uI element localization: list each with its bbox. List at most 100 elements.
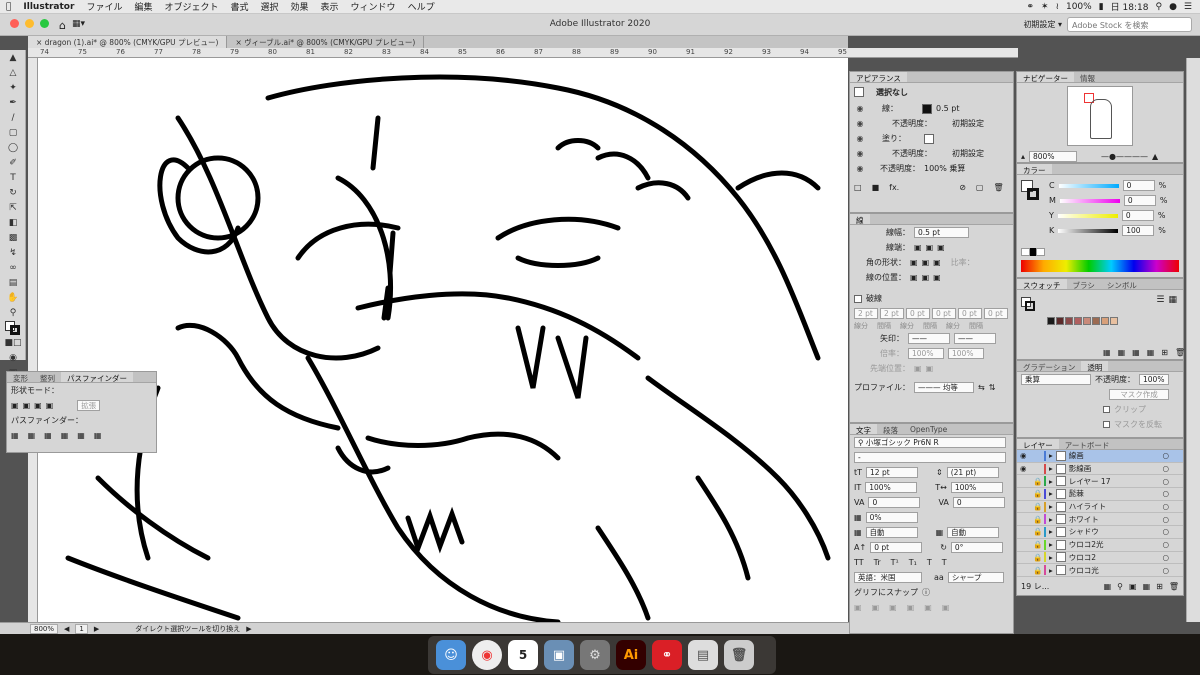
transparency-opacity-input[interactable]: 100%: [1139, 374, 1169, 385]
layer-name[interactable]: ウロコ2: [1069, 552, 1096, 563]
tab-stroke[interactable]: 線: [850, 214, 870, 225]
menu-effect[interactable]: 効果: [285, 0, 315, 13]
navigator-thumbnail[interactable]: [1067, 86, 1133, 146]
tab-color[interactable]: カラー: [1017, 164, 1052, 175]
eye-icon[interactable]: ◉: [1020, 451, 1030, 460]
swatch-chip[interactable]: [1065, 317, 1073, 325]
color-spectrum[interactable]: [1021, 260, 1179, 272]
tab-close-icon[interactable]: ×: [36, 38, 45, 47]
magenta-slider[interactable]: [1059, 198, 1120, 203]
type-tool-icon[interactable]: T: [3, 171, 23, 185]
font-style-select[interactable]: -: [854, 452, 1006, 463]
layer-row[interactable]: 🔒 ▸ ハイライト ○: [1017, 501, 1183, 514]
lock-icon[interactable]: 🔒: [1033, 502, 1042, 511]
global-opacity-value[interactable]: 100% 乗算: [924, 163, 965, 174]
minus-back-button[interactable]: ▦: [94, 431, 102, 440]
tab-brushes[interactable]: ブラシ: [1067, 279, 1101, 290]
rotate-tool-icon[interactable]: ↻: [3, 186, 23, 200]
expand-arrow-icon[interactable]: ▸: [1049, 566, 1053, 575]
menu-view[interactable]: 表示: [315, 0, 345, 13]
tab-character[interactable]: 文字: [850, 424, 877, 435]
layer-name[interactable]: 影線画: [1069, 463, 1092, 474]
status-tool-hint[interactable]: ダイレクト選択ツールを切り換え: [135, 624, 240, 634]
merge-button[interactable]: ▦: [44, 431, 52, 440]
add-fill-icon[interactable]: ■: [872, 183, 880, 192]
yellow-input[interactable]: 0: [1121, 210, 1154, 221]
artboard-number-field[interactable]: 1: [75, 623, 88, 634]
pen-tool-icon[interactable]: ✒: [3, 96, 23, 110]
swatch-chip[interactable]: [1110, 317, 1118, 325]
end-arrow-select[interactable]: ——: [954, 333, 996, 344]
view-toggle[interactable]: ☰ ▦: [1156, 295, 1177, 305]
artboard-canvas[interactable]: [38, 58, 848, 622]
exclude-button[interactable]: ▣: [46, 401, 54, 410]
align-center-button[interactable]: ▣: [910, 273, 918, 282]
gradient-tool-icon[interactable]: ▩: [3, 231, 23, 245]
swatch-grid[interactable]: [1047, 317, 1118, 325]
flip-vertical-icon[interactable]: ⇅: [989, 383, 996, 392]
brush-tool-icon[interactable]: ✐: [3, 156, 23, 170]
swatch-chip[interactable]: [1101, 317, 1109, 325]
black-slider[interactable]: [1058, 228, 1119, 233]
stroke-weight-input[interactable]: 0.5 pt: [914, 227, 969, 238]
tab-gradient[interactable]: グラデーション: [1017, 361, 1081, 372]
creative-cloud-dock-icon[interactable]: ⚭: [652, 640, 682, 670]
align-outside-button[interactable]: ▣: [933, 273, 941, 282]
none-white-black-swatches[interactable]: [1021, 248, 1046, 256]
font-family-select[interactable]: ⚲ 小塚ゴシック Pr6N R: [854, 437, 1006, 448]
expand-arrow-icon[interactable]: ▸: [1049, 540, 1053, 549]
horizontal-ruler[interactable]: 74 75 76 77 78 79 80 81 82 83 84 85 86 87 88 89 90 91 92 93…: [28, 48, 1018, 58]
wifi-icon[interactable]: ≀: [1056, 2, 1059, 12]
dash-input-2[interactable]: 0 pt: [906, 308, 930, 319]
butt-cap-button[interactable]: ▣: [914, 243, 922, 252]
prev-artboard-icon[interactable]: ◀: [64, 625, 69, 633]
divide-button[interactable]: ▦: [11, 431, 19, 440]
layer-row[interactable]: ◉ ▸ 線画 ○: [1017, 450, 1183, 463]
expand-arrow-icon[interactable]: ▸: [1049, 489, 1053, 498]
tab-appearance[interactable]: アピアランス: [850, 72, 907, 83]
start-arrow-select[interactable]: ——: [908, 333, 950, 344]
underline-button[interactable]: T: [927, 558, 932, 567]
info-icon[interactable]: ⓘ: [922, 587, 930, 598]
next-artboard-icon[interactable]: ▶: [94, 625, 99, 633]
tsume-input[interactable]: 0%: [865, 512, 918, 523]
fill-none-swatch[interactable]: [924, 133, 934, 144]
menu-select[interactable]: 選択: [255, 0, 285, 13]
delete-layer-icon[interactable]: 🗑: [1169, 582, 1179, 591]
subscript-button[interactable]: T₁: [909, 558, 917, 567]
menu-object[interactable]: オブジェクト: [158, 0, 224, 13]
swatch-fill-stroke-icon[interactable]: [1021, 297, 1035, 311]
outline-button[interactable]: ▦: [77, 431, 85, 440]
target-icon[interactable]: ○: [1162, 502, 1169, 511]
clip-checkbox[interactable]: [1103, 406, 1110, 413]
make-clip-mask-icon[interactable]: ▣: [1129, 582, 1137, 591]
snap-bounds-button[interactable]: ▣: [889, 603, 897, 612]
battery-icon[interactable]: ▮: [1099, 2, 1104, 12]
eye-icon[interactable]: ◉: [854, 119, 866, 128]
ellipse-tool-icon[interactable]: ◯: [3, 141, 23, 155]
lock-icon[interactable]: 🔒: [1033, 489, 1042, 498]
stroke-opacity-value[interactable]: 初期設定: [952, 118, 984, 129]
direct-selection-tool-icon[interactable]: △: [3, 66, 23, 80]
new-sublayer-icon[interactable]: ▦: [1143, 582, 1151, 591]
yellow-slider[interactable]: [1057, 213, 1118, 218]
aki-left-select[interactable]: 自動: [865, 527, 918, 538]
miter-join-button[interactable]: ▣: [910, 258, 918, 267]
layer-name[interactable]: ウロコ光: [1069, 565, 1099, 576]
layer-name[interactable]: ハイライト: [1069, 501, 1106, 512]
dashed-checkbox[interactable]: [854, 294, 862, 303]
layer-row[interactable]: 🔒 ▸ レイヤー 17 ○: [1017, 475, 1183, 489]
documents-stack-icon[interactable]: ▤: [688, 640, 718, 670]
snap-anchor-button[interactable]: ▣: [942, 603, 950, 612]
layer-name[interactable]: 髭棘: [1069, 488, 1084, 499]
artboard-tool-icon[interactable]: ▤: [3, 276, 23, 290]
tab-transparency[interactable]: 透明: [1081, 361, 1109, 372]
black-input[interactable]: 100: [1122, 225, 1155, 236]
invert-mask-checkbox[interactable]: [1103, 421, 1110, 428]
menu-edit[interactable]: 編集: [128, 0, 158, 13]
collect-export-icon[interactable]: ▦: [1104, 582, 1112, 591]
zoom-in-icon[interactable]: ▲: [1152, 152, 1158, 161]
expand-arrow-icon[interactable]: ▸: [1049, 502, 1053, 511]
global-opacity-label[interactable]: 不透明度：: [880, 163, 920, 174]
line-tool-icon[interactable]: ∕: [3, 111, 23, 125]
